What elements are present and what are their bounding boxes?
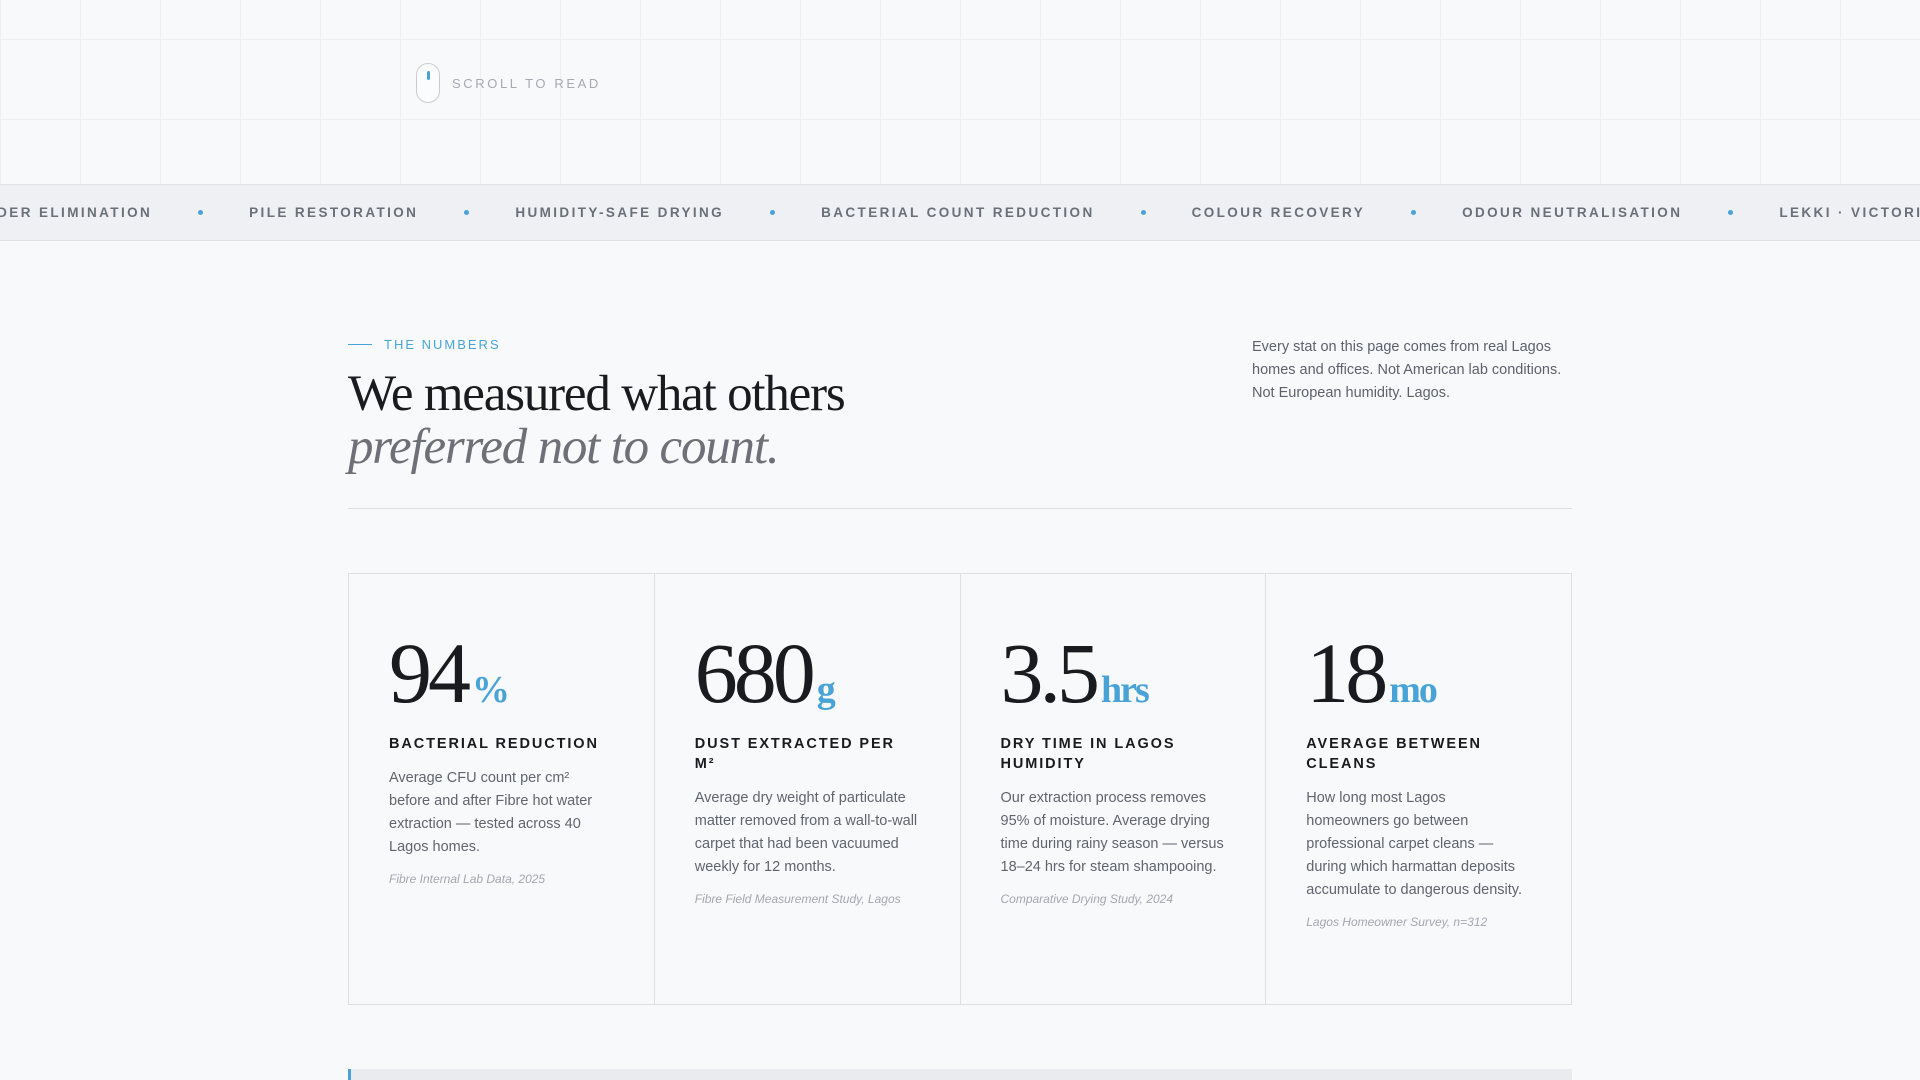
section-divider [348, 508, 1572, 509]
ticker-item: Pile restoration [249, 205, 419, 220]
ticker-dot-icon [198, 210, 204, 215]
stat-figure: 18 mo [1306, 625, 1531, 721]
next-section-bar [348, 1069, 1572, 1080]
scroll-label: Scroll to read [452, 75, 601, 91]
ticker-item: Colour recovery [1191, 205, 1366, 220]
ticker-item: Odour neutralisation [1462, 205, 1683, 220]
stat-value: 18 [1306, 625, 1388, 721]
stat-value: 94 [389, 625, 471, 721]
section-intro: Every stat on this page comes from real … [1252, 339, 1562, 401]
stat-figure: 680 g [694, 625, 920, 721]
ticker-dot-icon [1728, 210, 1734, 215]
ticker-item: nder elimination [0, 205, 153, 220]
stat-figure: 94 % [389, 625, 614, 721]
stat-card: 94 % Bacterial reduction Average CFU cou… [349, 574, 655, 1004]
ticker-dot-icon [464, 210, 470, 215]
stat-unit: mo [1389, 669, 1438, 711]
hero-section: Scroll to read [0, 0, 1920, 184]
stat-source: Lagos Homeowner Survey, n=312 [1306, 915, 1488, 929]
eyebrow-label: The numbers [384, 337, 501, 352]
scroll-hint[interactable]: Scroll to read [416, 63, 601, 103]
ticker-dot-icon [1411, 210, 1417, 215]
stat-card: 3.5 hrs Dry time in Lagos humidity Our e… [961, 574, 1267, 1004]
ticker-track: nder elimination Pile restoration Humidi… [0, 185, 1920, 240]
stat-description: Average CFU count per cm² before and aft… [389, 770, 593, 855]
ticker-item: Lekki · Victoria Island · Ikoyi · Ajah ·… [1779, 205, 1920, 220]
headline-line-1: We measured what others [348, 366, 846, 422]
stat-unit: g [816, 669, 836, 711]
ticker-item: Bacterial count reduction [821, 205, 1095, 220]
stat-value: 3.5 [1000, 625, 1100, 721]
stat-unit: % [472, 669, 510, 711]
stat-source: Fibre Internal Lab Data, 2025 [389, 872, 546, 886]
stat-description: Average dry weight of particulate matter… [694, 790, 918, 875]
headline-line-2: preferred not to count. [348, 419, 780, 475]
section-headline: We measured what others preferred not to… [348, 368, 1248, 474]
stat-source: Fibre Field Measurement Study, Lagos [694, 892, 901, 906]
stat-unit: hrs [1101, 669, 1150, 711]
ticker-item: Humidity-safe drying [515, 205, 725, 220]
section-eyebrow: The numbers [348, 337, 501, 352]
stat-figure: 3.5 hrs [1000, 625, 1226, 721]
stat-description: Our extraction process removes 95% of mo… [1000, 790, 1224, 875]
stat-value: 680 [694, 625, 816, 721]
eyebrow-line [348, 344, 372, 345]
ticker-dot-icon [770, 210, 776, 215]
stat-card: 680 g Dust extracted per m² Average dry … [655, 574, 961, 1004]
stat-description: How long most Lagos homeowners go betwee… [1306, 790, 1523, 898]
stat-card: 18 mo Average between cleans How long mo… [1266, 574, 1571, 1004]
stat-label: Average between cleans [1306, 736, 1482, 772]
stats-grid: 94 % Bacterial reduction Average CFU cou… [348, 573, 1572, 1005]
stat-label: Bacterial reduction [389, 736, 599, 752]
ticker-dot-icon [1140, 210, 1146, 215]
mouse-icon [416, 63, 440, 103]
page: Scroll to read nder elimination Pile res… [0, 0, 1920, 1080]
stat-source: Comparative Drying Study, 2024 [1000, 892, 1174, 906]
services-ticker: nder elimination Pile restoration Humidi… [0, 184, 1920, 241]
stat-label: Dry time in Lagos humidity [1000, 736, 1176, 772]
stat-label: Dust extracted per m² [694, 736, 895, 772]
